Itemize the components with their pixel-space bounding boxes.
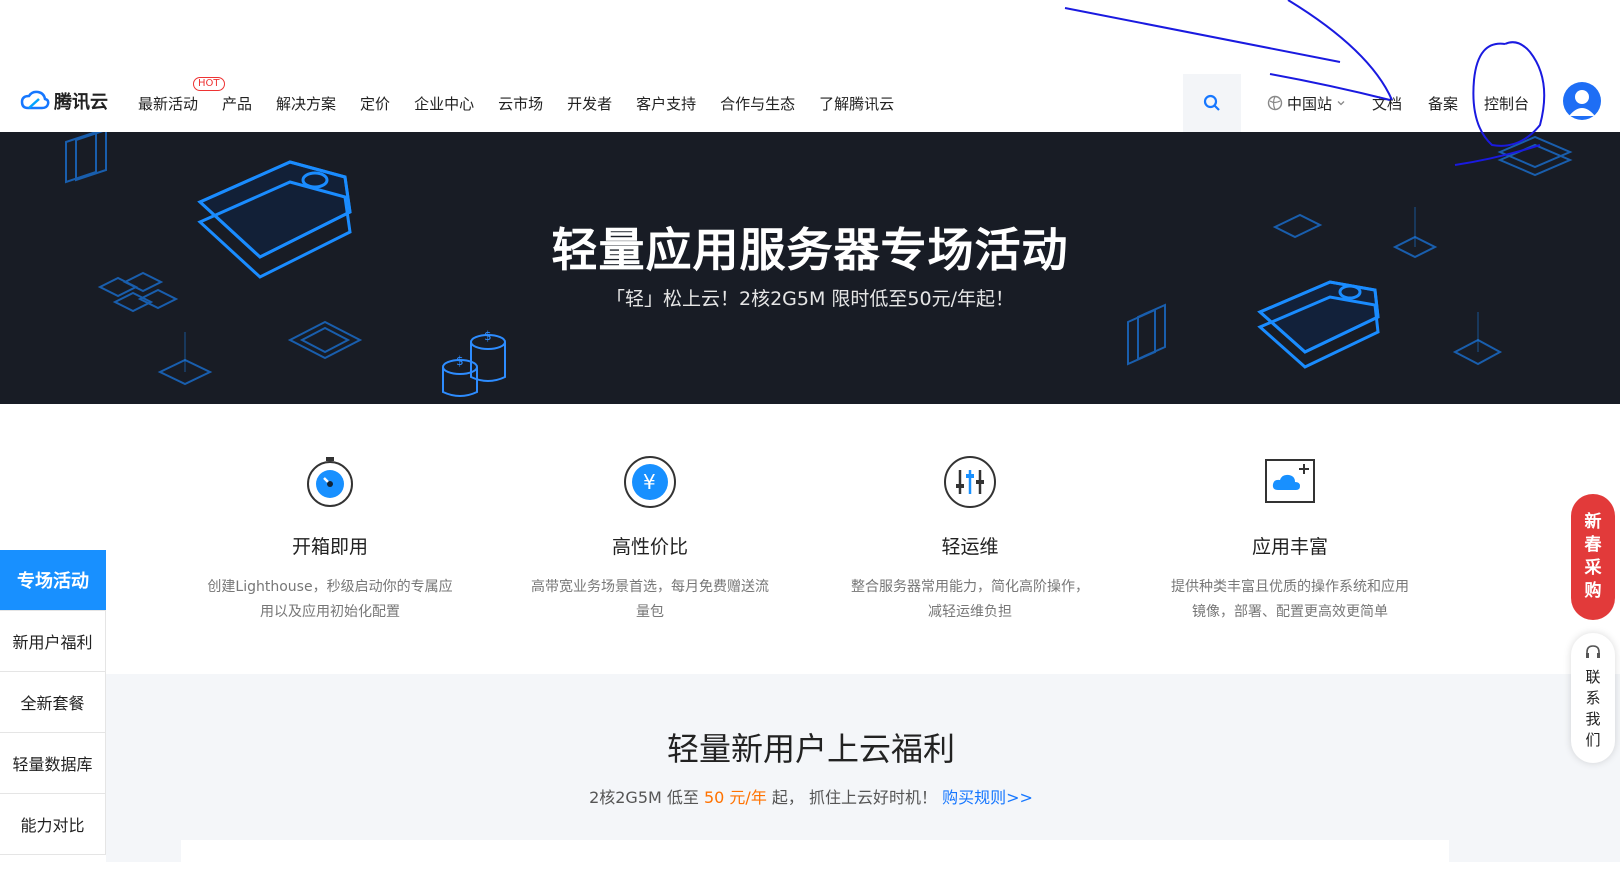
feature-title: 应用丰富 [1251, 536, 1328, 558]
side-menu-item-compare[interactable]: 能力对比 [0, 794, 106, 855]
logo[interactable]: 腾讯云 [20, 88, 108, 114]
nav-support[interactable]: 客户支持 [636, 93, 696, 114]
region-selector[interactable]: 中国站 [1267, 93, 1346, 114]
feature-cost-effective: ¥ 高性价比 高带宽业务场景首选，每月免费赠送流 量包 [500, 454, 800, 625]
hero-banner: $ $ 轻量应用服务器专场活动 「轻」松上云！2核2G5M 限时低至50元/年起… [0, 132, 1620, 404]
nav-latest-events[interactable]: 最新活动 HOT [138, 76, 225, 114]
sliders-icon [944, 456, 996, 508]
side-menu: 专场活动 新用户福利 全新套餐 轻量数据库 能力对比 [0, 550, 106, 855]
headset-icon [1586, 645, 1600, 658]
banner-title: 轻量应用服务器专场活动 [551, 223, 1069, 277]
purchase-rules-link[interactable]: 购买规则>> [942, 788, 1033, 807]
offer-card [181, 840, 1449, 870]
nav-about[interactable]: 了解腾讯云 [819, 93, 894, 114]
search-button[interactable] [1183, 74, 1241, 132]
feature-title: 轻运维 [941, 536, 999, 558]
feature-desc: 整合服务器常用能力，简化高阶操作， 减轻运维负担 [851, 579, 1089, 620]
logo-text: 腾讯云 [54, 92, 108, 113]
svg-text:¥: ¥ [643, 470, 656, 494]
nav-developers[interactable]: 开发者 [567, 93, 612, 114]
hot-badge: HOT [193, 76, 225, 91]
cloud-plus-icon [1265, 459, 1315, 503]
docs-link[interactable]: 文档 [1372, 93, 1402, 114]
side-menu-item-packages[interactable]: 全新套餐 [0, 672, 106, 733]
feature-desc: 提供种类丰富且优质的操作系统和应用 镜像，部署、配置更高效更简单 [1171, 579, 1409, 620]
side-menu-item-special[interactable]: 专场活动 [0, 550, 106, 611]
search-icon [1203, 94, 1220, 111]
top-header: 腾讯云 最新活动 HOT 产品 解决方案 定价 企业中心 云市场 开发者 客户支持… [0, 74, 1620, 133]
nav-pricing[interactable]: 定价 [360, 93, 390, 114]
spring-promo-button[interactable]: 新 春 采 购 [1571, 494, 1615, 620]
nav-enterprise[interactable]: 企业中心 [414, 93, 474, 114]
svg-text:$: $ [456, 354, 464, 368]
nav-products[interactable]: 产品 [222, 93, 252, 114]
filing-link[interactable]: 备案 [1428, 93, 1458, 114]
nav-marketplace[interactable]: 云市场 [498, 93, 543, 114]
feature-out-of-box: 开箱即用 创建Lighthouse，秒级启动你的专属应 用以及应用初始化配置 [180, 454, 480, 625]
price-highlight: 50 元/年 [703, 788, 767, 807]
user-icon [1569, 90, 1595, 116]
globe-icon [1267, 95, 1283, 111]
feature-desc: 创建Lighthouse，秒级启动你的专属应 用以及应用初始化配置 [207, 579, 453, 620]
feature-light-ops: 轻运维 整合服务器常用能力，简化高阶操作， 减轻运维负担 [820, 454, 1120, 625]
contact-us-label: 联系我们 [1585, 668, 1601, 749]
chevron-down-icon [1337, 101, 1345, 106]
section-title: 轻量新用户上云福利 [666, 730, 955, 768]
feature-title: 高性价比 [611, 536, 688, 558]
stopwatch-icon [307, 457, 353, 507]
side-menu-item-new-user[interactable]: 新用户福利 [0, 611, 106, 672]
contact-us-button[interactable]: 联系我们 [1571, 633, 1615, 763]
nav-solutions[interactable]: 解决方案 [276, 93, 336, 114]
console-link[interactable]: 控制台 [1484, 93, 1529, 114]
yuan-icon: ¥ [624, 456, 676, 508]
features-section: 开箱即用 创建Lighthouse，秒级启动你的专属应 用以及应用初始化配置 ¥ … [0, 404, 1620, 674]
avatar[interactable] [1563, 82, 1601, 120]
nav-partners[interactable]: 合作与生态 [720, 93, 795, 114]
cloud-logo-icon [20, 90, 50, 110]
side-menu-item-database[interactable]: 轻量数据库 [0, 733, 106, 794]
feature-desc: 高带宽业务场景首选，每月免费赠送流 量包 [531, 579, 769, 620]
banner-subtitle: 「轻」松上云！2核2G5M 限时低至50元/年起！ [606, 288, 1014, 310]
feature-title: 开箱即用 [291, 536, 368, 558]
svg-text:$: $ [484, 329, 492, 343]
main-nav: 最新活动 HOT 产品 解决方案 定价 企业中心 云市场 开发者 客户支持 合作与… [138, 74, 918, 132]
section-subtitle: 2核2G5M 低至 50 元/年 起， 抓住上云好时机！ 购买规则>> [589, 788, 1033, 807]
new-user-section: 轻量新用户上云福利 2核2G5M 低至 50 元/年 起， 抓住上云好时机！ 购… [106, 674, 1620, 870]
feature-rich-apps: 应用丰富 提供种类丰富且优质的操作系统和应用 镜像，部署、配置更高效更简单 [1140, 454, 1440, 625]
right-nav: 中国站 文档 备案 控制台 [1267, 74, 1555, 132]
